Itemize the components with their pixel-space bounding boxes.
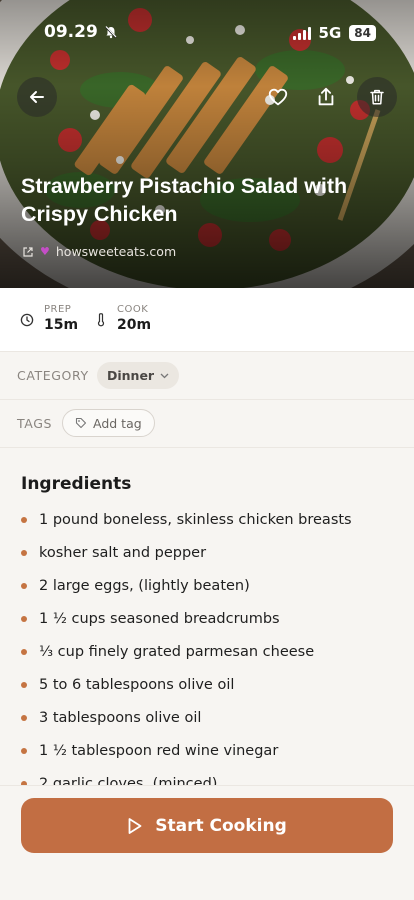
ingredient-item: 1 ½ tablespoon red wine vinegar — [21, 741, 352, 774]
ingredients-heading: Ingredients — [21, 474, 132, 494]
ingredient-item: kosher salt and pepper — [21, 543, 352, 576]
bullet — [21, 715, 27, 721]
add-tag-button[interactable]: Add tag — [62, 409, 155, 437]
bullet — [21, 616, 27, 622]
share-icon — [318, 87, 334, 106]
category-dropdown[interactable]: Dinner — [97, 362, 180, 389]
clock-icon — [20, 313, 34, 327]
recipe-times: PREP 15m COOK 20m — [0, 288, 414, 352]
ingredient-text: kosher salt and pepper — [39, 545, 207, 561]
status-time: 09.29 — [44, 22, 98, 42]
category-value: Dinner — [107, 368, 155, 383]
add-tag-label: Add tag — [93, 415, 142, 431]
ingredients-list: 1 pound boneless, skinless chicken breas… — [21, 510, 352, 785]
ingredient-text: 1 ½ tablespoon red wine vinegar — [39, 743, 279, 759]
bullet — [21, 550, 27, 556]
ingredient-text: 2 garlic cloves, (minced) — [39, 776, 218, 785]
category-label: CATEGORY — [17, 368, 89, 383]
ingredient-text: 3 tablespoons olive oil — [39, 710, 202, 726]
network-type: 5G — [318, 24, 342, 42]
bullet — [21, 682, 27, 688]
bullet — [21, 583, 27, 589]
thermometer-icon — [97, 313, 105, 327]
ingredient-item: 5 to 6 tablespoons olive oil — [21, 675, 352, 708]
bullet — [21, 649, 27, 655]
ingredient-text: ⅓ cup finely grated parmesan cheese — [39, 644, 315, 660]
share-button[interactable] — [309, 80, 343, 114]
cook-time: COOK 20m — [95, 304, 151, 333]
ingredient-text: 1 ½ cups seasoned breadcrumbs — [39, 611, 280, 627]
signal-icon — [292, 26, 311, 40]
ingredient-text: 2 large eggs, (lightly beaten) — [39, 578, 250, 594]
ingredient-item: 1 ½ cups seasoned breadcrumbs — [21, 609, 352, 642]
ingredient-item: 2 large eggs, (lightly beaten) — [21, 576, 352, 609]
start-cooking-button[interactable]: Start Cooking — [21, 798, 393, 853]
ingredients-section: Ingredients 1 pound boneless, skinless c… — [0, 448, 414, 785]
cook-label: COOK — [117, 304, 149, 315]
battery-level: 84 — [349, 25, 376, 41]
bullet — [21, 517, 27, 523]
back-arrow-icon — [30, 91, 44, 103]
tag-icon — [75, 417, 87, 429]
favorite-button[interactable] — [261, 80, 295, 114]
bullet — [21, 748, 27, 754]
status-bar: 09.29 5G 84 — [0, 22, 414, 46]
tags-label: TAGS — [17, 416, 53, 431]
prep-value: 15m — [44, 317, 79, 333]
ingredient-item: 1 pound boneless, skinless chicken breas… — [21, 510, 352, 543]
source-domain: howsweeteats.com — [55, 244, 177, 259]
source-heart-icon: ♥ — [40, 245, 50, 258]
ingredient-text: 5 to 6 tablespoons olive oil — [39, 677, 235, 693]
prep-label: PREP — [44, 304, 72, 315]
heart-icon — [268, 88, 288, 106]
ingredient-text: 1 pound boneless, skinless chicken breas… — [39, 512, 352, 528]
play-icon — [128, 817, 142, 834]
source-link[interactable]: ♥ howsweeteats.com — [22, 244, 176, 259]
prep-time: PREP 15m — [20, 304, 78, 333]
ingredient-item: ⅓ cup finely grated parmesan cheese — [21, 642, 352, 675]
ingredient-item: 2 garlic cloves, (minced) — [21, 774, 352, 785]
external-link-icon — [23, 246, 33, 257]
start-cooking-label: Start Cooking — [155, 815, 287, 836]
bell-slash-icon — [105, 26, 117, 39]
cook-value: 20m — [117, 317, 152, 333]
trash-icon — [370, 89, 384, 105]
chevron-down-icon — [160, 373, 169, 378]
category-row: CATEGORY Dinner — [0, 352, 414, 400]
bottom-action-bar: Start Cooking — [0, 785, 414, 900]
ingredient-item: 3 tablespoons olive oil — [21, 708, 352, 741]
back-button[interactable] — [17, 77, 57, 117]
tags-row: TAGS Add tag — [0, 400, 414, 448]
delete-button[interactable] — [357, 77, 397, 117]
recipe-title: Strawberry Pistachio Salad with Crispy C… — [21, 174, 348, 226]
